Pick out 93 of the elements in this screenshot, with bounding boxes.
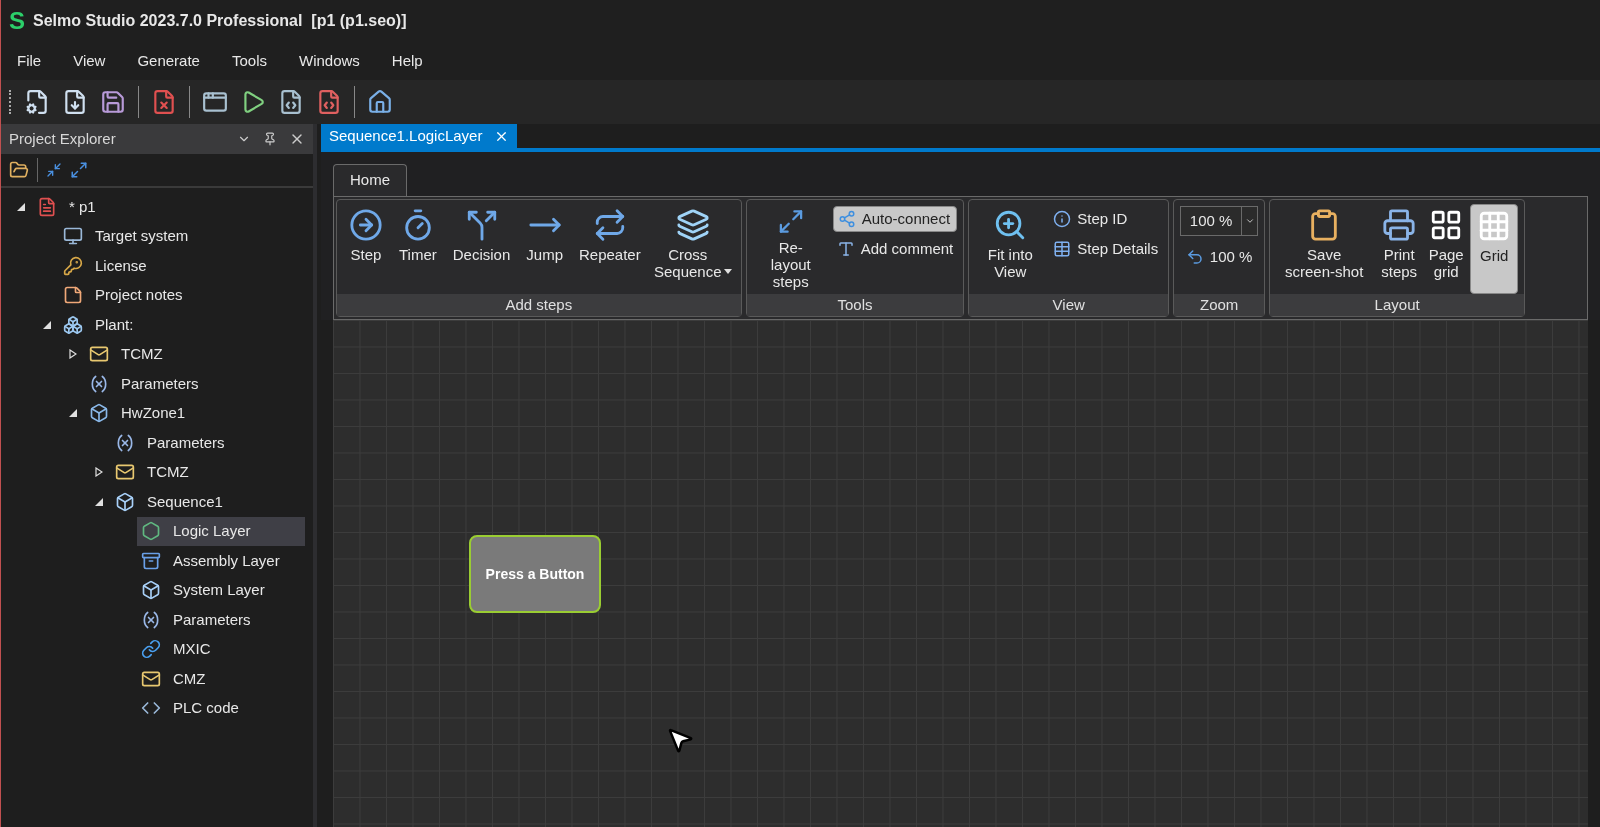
tree-item[interactable]: MXIC	[137, 634, 305, 664]
tree-item[interactable]: TCMZ	[111, 457, 305, 487]
dropdown-caret-icon	[1244, 216, 1255, 226]
menu-item[interactable]: Help	[375, 49, 439, 73]
collapse-triangle-icon[interactable]	[95, 497, 103, 506]
tree-item[interactable]: Parameters	[111, 428, 305, 458]
text-icon	[836, 240, 855, 258]
tree-item[interactable]: Project notes	[59, 280, 305, 310]
ribbon-button[interactable]: Page grid	[1426, 204, 1467, 294]
group-label: Zoom	[1174, 294, 1265, 316]
cube-icon	[89, 403, 109, 424]
collapse-arrows-icon[interactable]	[46, 162, 62, 178]
ribbon-button[interactable]: Cross Sequence	[650, 204, 735, 294]
envelope-icon	[115, 462, 135, 483]
collapse-triangle-icon[interactable]	[17, 202, 25, 211]
expand-triangle-icon[interactable]	[69, 349, 77, 360]
group-label: Tools	[746, 294, 964, 316]
group-label: Layout	[1270, 294, 1525, 316]
tree-item[interactable]: Logic Layer	[137, 516, 305, 546]
window-title: Selmo Studio 2023.7.0 Professional [p1 (p1.seo)]	[33, 11, 407, 31]
info-icon	[1053, 210, 1072, 228]
document-gear-icon[interactable]	[24, 89, 50, 115]
ribbon-button[interactable]: Grid	[1470, 204, 1519, 294]
ribbon-button[interactable]: 100 %	[1181, 244, 1257, 270]
blocks-icon	[63, 314, 83, 335]
collapse-triangle-icon[interactable]	[69, 409, 77, 418]
tree-item[interactable]: Assembly Layer	[137, 546, 305, 576]
document-tab[interactable]: Sequence1.LogicLayer	[321, 124, 518, 148]
note-icon	[63, 285, 83, 306]
link-icon	[141, 639, 161, 660]
ribbon-button[interactable]: Add comment	[832, 236, 958, 262]
expand-arrows-icon[interactable]	[70, 161, 88, 179]
ribbon-button[interactable]: Step	[343, 204, 389, 294]
ribbon-tab[interactable]: Home	[333, 164, 407, 196]
code-icon[interactable]	[278, 89, 304, 115]
ribbon-button[interactable]: Save screen-shot	[1276, 204, 1373, 294]
zoom-combobox[interactable]: 100 %	[1180, 206, 1259, 236]
ribbon-button[interactable]: Timer	[393, 204, 443, 294]
collapse-triangle-icon[interactable]	[43, 320, 51, 329]
cube-icon	[141, 580, 161, 601]
tree-item[interactable]: CMZ	[137, 664, 305, 694]
tree-item[interactable]: Plant:	[59, 310, 305, 340]
group-label: View	[969, 294, 1169, 316]
undo-arrow-icon	[1185, 248, 1204, 266]
tree-item[interactable]: Parameters	[137, 605, 305, 635]
ribbon-button[interactable]: Jump	[520, 204, 569, 294]
grid-canvas[interactable]: Press a Button	[333, 320, 1588, 827]
house-icon[interactable]	[367, 89, 393, 115]
menu-item[interactable]: View	[57, 49, 122, 73]
variable-icon	[141, 609, 161, 630]
document-down-arrow-icon[interactable]	[62, 89, 88, 115]
tree-item[interactable]: Target system	[59, 221, 305, 251]
table-icon	[1053, 240, 1072, 258]
tree-item[interactable]: Sequence1	[111, 487, 305, 517]
ribbon-button[interactable]: Auto-connect	[832, 206, 958, 232]
tree-item[interactable]: TCMZ	[85, 339, 305, 369]
folder-icon[interactable]	[9, 160, 29, 180]
envelope-icon	[89, 344, 109, 365]
ribbon-button[interactable]: Step ID	[1049, 206, 1163, 232]
menu-item[interactable]: Tools	[215, 49, 283, 73]
tree-item[interactable]: Parameters	[85, 369, 305, 399]
panel-title: Project Explorer	[9, 128, 116, 149]
tree-item[interactable]: System Layer	[137, 575, 305, 605]
key-icon	[63, 255, 83, 276]
tree-item[interactable]: * p1	[33, 192, 305, 222]
printer-icon	[1382, 208, 1417, 242]
ribbon-button[interactable]: Re-layout steps	[752, 204, 829, 294]
document-icon	[37, 196, 57, 217]
menu-item[interactable]: Generate	[121, 49, 216, 73]
variable-icon	[115, 432, 135, 453]
monitor-icon	[63, 226, 83, 247]
tree-item[interactable]: License	[59, 251, 305, 281]
document-delete-icon[interactable]	[151, 89, 177, 115]
hexagon-icon	[141, 521, 161, 542]
tree-item[interactable]: PLC code	[137, 693, 305, 723]
tree-item[interactable]: HwZone1	[85, 398, 305, 428]
menu-item[interactable]: File	[1, 49, 58, 73]
step-node[interactable]: Press a Button	[469, 535, 601, 613]
variable-icon	[89, 373, 109, 394]
ribbon-button[interactable]: Decision	[446, 204, 517, 294]
window-icon[interactable]	[202, 89, 228, 115]
ribbon-button[interactable]: Repeater	[573, 204, 647, 294]
menu-item[interactable]: Windows	[283, 49, 376, 73]
ribbon-button[interactable]: Step Details	[1049, 236, 1163, 262]
toolbar-grip[interactable]	[9, 90, 12, 114]
group-label: Add steps	[337, 294, 741, 316]
connector-icon	[837, 210, 856, 228]
expand-triangle-icon[interactable]	[95, 467, 103, 478]
pin-icon[interactable]	[263, 132, 277, 146]
ribbon-button[interactable]: Fit into View	[975, 204, 1046, 294]
app-logo: S	[9, 6, 25, 36]
ribbon-button[interactable]: Print steps	[1376, 204, 1423, 294]
cube-icon	[115, 491, 135, 512]
